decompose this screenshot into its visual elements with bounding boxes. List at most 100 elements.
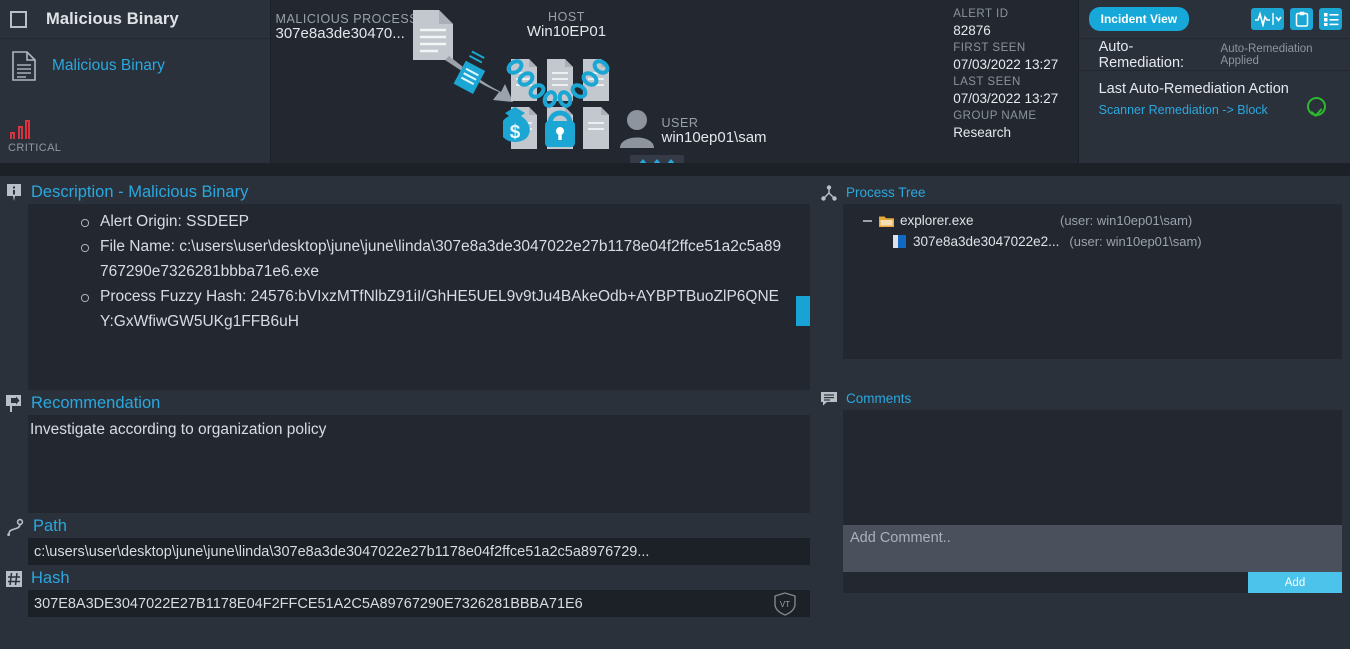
description-section: Description - Malicious Binary Alert Ori… [0, 181, 810, 390]
process-user: (user: win10ep01\sam) [1060, 213, 1193, 228]
recommendation-header: Recommendation [0, 392, 810, 415]
group-name-value: Research [953, 125, 1011, 140]
first-seen-key: FIRST SEEN [953, 42, 1026, 54]
tree-node-child[interactable]: 307e8a3de3047022e2... (user: win10ep01\s… [863, 231, 1342, 252]
right-column: Process Tree explorer.exe (user: win10ep… [815, 176, 1350, 649]
description-panel: Alert Origin: SSDEEP File Name: c:\users… [28, 204, 810, 390]
list-item: Process Fuzzy Hash: 24576:bVIxzMTfNlbZ91… [81, 284, 784, 334]
auto-remediation-label: Auto-Remediation: [1098, 38, 1185, 71]
host-label: HOST Win10EP01 [501, 10, 631, 41]
list-icon [1323, 13, 1338, 26]
virustotal-icon[interactable]: VT [772, 592, 798, 616]
path-section: Path c:\users\user\desktop\june\june\lin… [0, 515, 810, 565]
description-title: Description - Malicious Binary [31, 183, 249, 201]
hash-value[interactable]: 307E8A3DE3047022E27B1178E04F2FFCE51A2C5A… [28, 590, 810, 617]
first-seen-value: 07/03/2022 13:27 [953, 57, 1059, 72]
comments-list [843, 410, 1342, 525]
alert-summary-card: Malicious Binary Malicious Binary CRITIC… [0, 0, 272, 163]
alert-name-link[interactable]: Malicious Binary [52, 57, 165, 75]
svg-text:VT: VT [780, 600, 790, 609]
copy-clipboard-button[interactable] [1290, 8, 1313, 30]
malicious-process-label: MALICIOUS PROCESS 307e8a3de30470... [275, 12, 418, 43]
left-column: Description - Malicious Binary Alert Ori… [0, 176, 815, 649]
process-tree-panel: explorer.exe (user: win10ep01\sam) 307e8… [843, 204, 1342, 359]
comments-section: Comments Add [815, 387, 1342, 593]
hash-panel: 307E8A3DE3047022E27B1178E04F2FFCE51A2C5A… [28, 590, 810, 617]
comment-icon [821, 391, 837, 405]
alert-meta-panel: ALERT ID 82876 FIRST SEEN 07/03/2022 13:… [943, 0, 1078, 163]
document-icon [12, 51, 36, 81]
svg-text:$: $ [510, 122, 521, 143]
comments-title: Comments [846, 391, 912, 406]
comments-header: Comments [815, 387, 1342, 410]
description-scrollbar[interactable] [796, 296, 810, 326]
host-value: Win10EP01 [526, 23, 607, 40]
hash-header: Hash [0, 567, 810, 590]
recommendation-section: Recommendation Investigate according to … [0, 392, 810, 513]
add-comment-button[interactable]: Add [1248, 572, 1342, 593]
main-content: Description - Malicious Binary Alert Ori… [0, 176, 1350, 649]
process-name: 307e8a3de3047022e2... [913, 234, 1060, 249]
last-action-title: Last Auto-Remediation Action [1098, 81, 1289, 97]
process-tree-title: Process Tree [846, 185, 926, 200]
expand-arrows-button[interactable] [630, 155, 685, 163]
page-title: Malicious Binary [46, 9, 179, 28]
incident-view-button[interactable]: Incident View [1088, 7, 1190, 31]
remediation-panel: Incident View Auto-Remediation: Auto-Rem… [1077, 0, 1350, 163]
alert-id-key: ALERT ID [953, 8, 1009, 20]
alert-detail-page: Malicious Binary Malicious Binary CRITIC… [0, 0, 1350, 649]
last-seen-value: 07/03/2022 13:27 [953, 91, 1059, 106]
pulse-icon [1254, 11, 1282, 27]
severity-bars-icon [10, 120, 61, 139]
user-label: USER win10ep01\sam [661, 116, 766, 147]
process-tree-header: Process Tree [815, 181, 1342, 204]
process-user: (user: win10ep01\sam) [1069, 234, 1202, 249]
recommendation-text: Investigate according to organization po… [30, 421, 327, 438]
details-list-button[interactable] [1319, 8, 1342, 30]
path-title: Path [33, 517, 67, 535]
user-value: win10ep01\sam [661, 129, 767, 146]
process-name: explorer.exe [900, 213, 974, 228]
alert-card-row: Malicious Binary [0, 39, 270, 81]
host-key: HOST [548, 10, 585, 24]
list-item: Alert Origin: SSDEEP [81, 209, 784, 234]
attack-chain-graphic: MALICIOUS PROCESS 307e8a3de30470... HOST… [271, 0, 944, 163]
alert-select-checkbox[interactable] [10, 10, 27, 28]
severity-indicator: CRITICAL [8, 120, 61, 154]
severity-label: CRITICAL [8, 142, 62, 154]
remediation-header: Incident View [1078, 0, 1350, 39]
hash-section: Hash 307E8A3DE3047022E27B1178E04F2FFCE51… [0, 567, 810, 617]
alert-card-header: Malicious Binary [0, 0, 271, 39]
ransomware-icon: $ [503, 59, 610, 149]
process-tree-section: Process Tree explorer.exe (user: win10ep… [815, 181, 1342, 359]
last-seen-key: LAST SEEN [953, 76, 1021, 88]
path-value[interactable]: c:\users\user\desktop\june\june\linda\30… [28, 538, 810, 565]
tree-node-parent[interactable]: explorer.exe (user: win10ep01\sam) [863, 210, 1342, 231]
banner-divider [0, 163, 1350, 176]
description-list: Alert Origin: SSDEEP File Name: c:\users… [28, 204, 810, 334]
path-panel: c:\users\user\desktop\june\june\linda\30… [28, 538, 810, 565]
clipboard-icon [1295, 11, 1308, 27]
alert-id-value: 82876 [953, 23, 991, 38]
success-check-icon [1307, 97, 1326, 116]
recommendation-title: Recommendation [31, 394, 161, 412]
path-header: Path [0, 515, 810, 538]
add-comment-input[interactable] [843, 525, 1342, 572]
malicious-process-key: MALICIOUS PROCESS [275, 12, 419, 26]
path-icon [7, 518, 24, 536]
auto-remediation-status-row: Auto-Remediation: Auto-Remediation Appli… [1078, 38, 1350, 71]
user-avatar-icon [620, 110, 655, 148]
top-banner: Malicious Binary Malicious Binary CRITIC… [0, 0, 1350, 163]
info-icon [7, 183, 21, 201]
folder-icon [879, 216, 894, 227]
collapse-toggle-icon[interactable] [863, 219, 872, 222]
user-key: USER [661, 116, 699, 130]
comments-actions: Add [843, 572, 1342, 593]
hash-title: Hash [31, 569, 70, 587]
description-header: Description - Malicious Binary [0, 181, 810, 204]
last-remediation-action: Last Auto-Remediation Action Scanner Rem… [1079, 71, 1350, 117]
executable-icon [893, 235, 906, 248]
list-item: File Name: c:\users\user\desktop\june\ju… [81, 234, 784, 284]
recommendation-panel: Investigate according to organization po… [28, 415, 810, 513]
activity-timeline-button[interactable] [1251, 8, 1284, 30]
